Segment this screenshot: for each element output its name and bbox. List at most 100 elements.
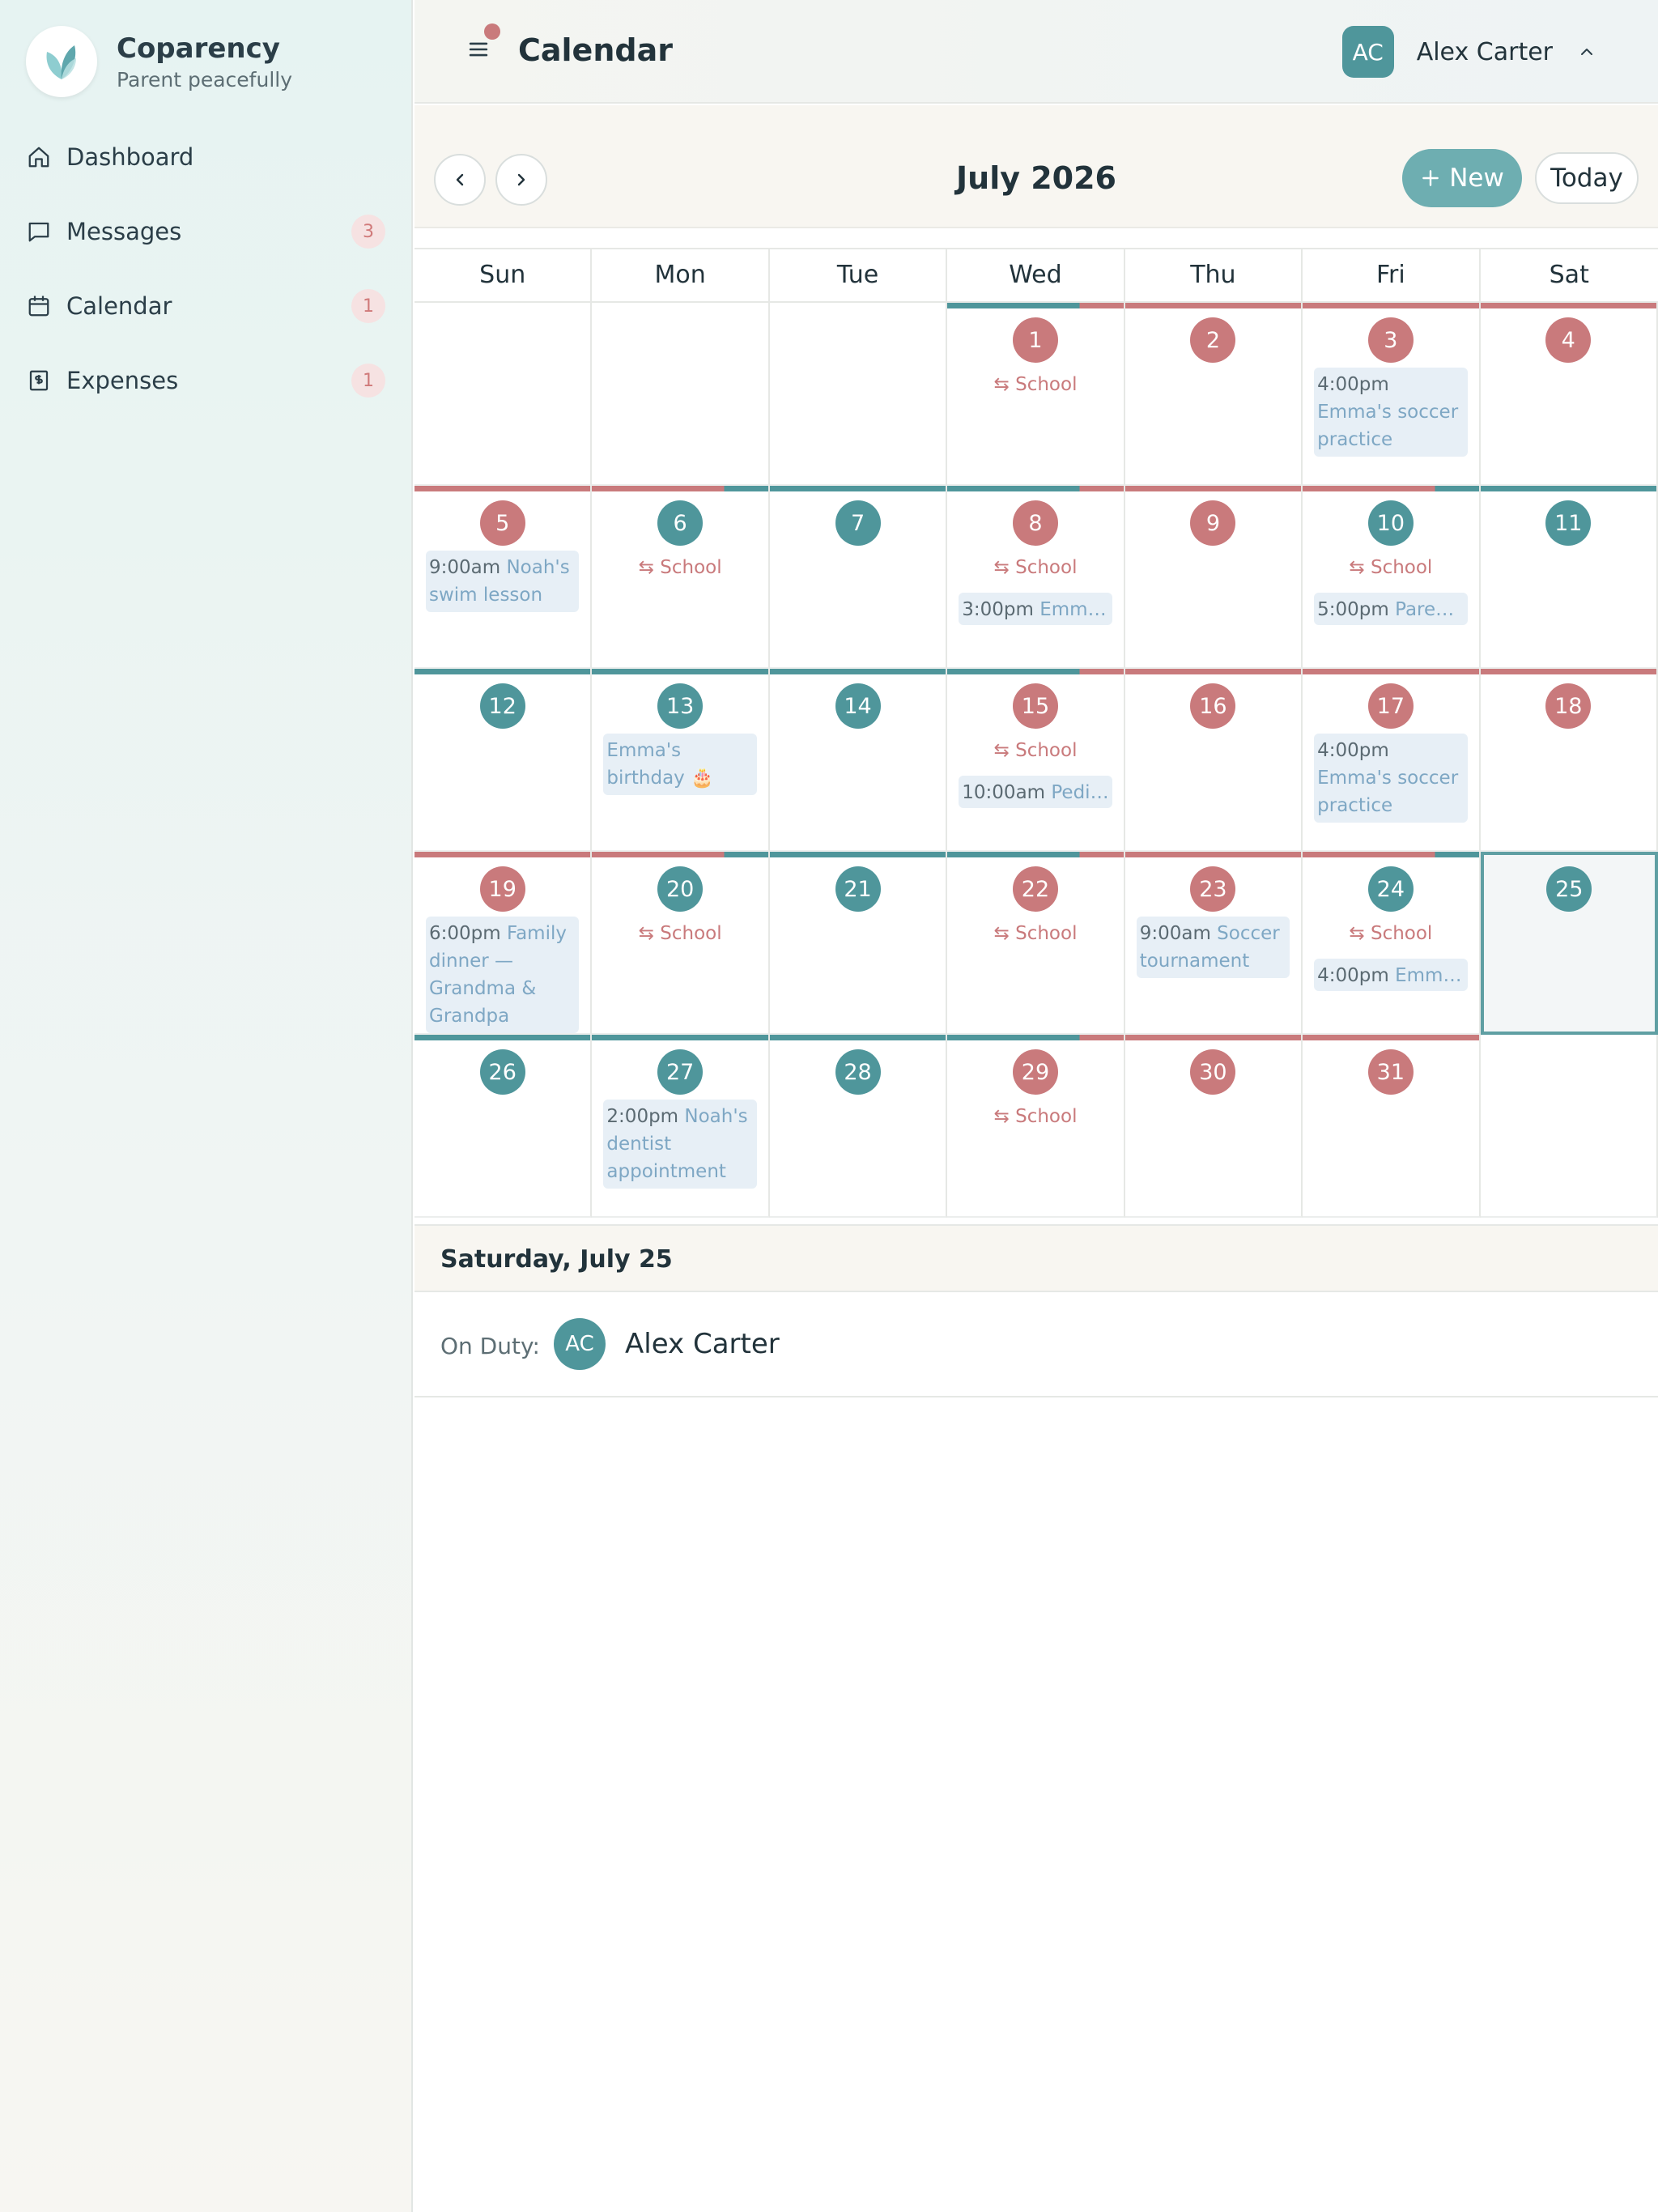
day-number: 2 [1190,317,1236,363]
weekday-label: Tue [770,249,948,301]
today-button[interactable]: Today [1535,152,1639,204]
event-time: 3:00pm [962,599,1034,620]
day-cell[interactable]: 28 [769,1035,948,1218]
day-cell[interactable]: 18 [1480,669,1658,852]
calendar-event[interactable]: 4:00pm Emma's soccer practice [1314,959,1468,991]
page-title: Calendar [518,32,673,68]
calendar-icon [26,293,52,319]
school-label: School [1370,923,1433,944]
day-cell[interactable]: 26 [414,1035,593,1218]
school-label: School [1370,557,1433,578]
day-number: 7 [835,500,881,546]
day-cell[interactable]: 2 [1124,303,1303,486]
event-title: Emma's birthday 🎂 [606,740,714,789]
day-cell[interactable]: 17 4:00pm Emma's soccer practice [1303,669,1481,852]
day-number: 27 [657,1049,704,1095]
custody-bar [414,669,591,674]
custody-bar [1124,852,1302,857]
weekday-label: Fri [1303,249,1481,301]
school-handoff-label: ⇆ School [592,557,767,578]
day-cell[interactable]: 20 ⇆ School [592,852,770,1035]
new-event-button[interactable]: New [1402,149,1522,207]
day-cell[interactable]: 24⇆ School4:00pm Emma's soccer practice [1303,852,1481,1035]
calendar-event[interactable]: 6:00pm Family dinner — Grandma & Grandpa [426,917,580,1033]
custody-bar [1303,852,1479,857]
day-cell[interactable]: 12 [414,669,593,852]
custody-bar [414,852,591,857]
day-number: 31 [1367,1049,1414,1095]
school-label: School [1015,1106,1078,1127]
day-cell[interactable]: 13 Emma's birthday 🎂 [592,669,770,852]
day-cell[interactable]: 4 [1480,303,1658,486]
sidebar-item-expenses[interactable]: Expenses 1 [0,343,413,418]
day-cell[interactable]: 23 9:00am Soccer tournament [1124,852,1303,1035]
school-label: School [660,923,722,944]
weekday-label: Mon [592,249,770,301]
day-number: 4 [1545,317,1592,363]
school-handoff-label: ⇆ School [592,923,767,944]
custody-bar [592,486,768,491]
calendar-event[interactable]: 4:00pm Emma's soccer practice [1314,734,1468,823]
swap-icon: ⇆ [993,1106,1010,1127]
school-handoff-label: ⇆ School [947,740,1123,761]
day-cell[interactable]: 31 [1303,1035,1481,1218]
custody-bar [947,486,1124,491]
custody-bar [769,669,946,674]
swap-icon: ⇆ [993,374,1010,395]
leaf-logo-icon [26,26,97,97]
day-cell[interactable]: 15 ⇆ School 10:00am Pediatrician checkup [947,669,1125,852]
notification-dot [484,23,500,40]
sidebar-item-calendar[interactable]: Calendar 1 [0,269,413,343]
day-cell[interactable]: 6 ⇆ School [592,486,770,669]
weekday-label: Wed [947,249,1125,301]
calendar-event[interactable]: 9:00am Soccer tournament [1136,917,1290,978]
day-cell[interactable]: 1 ⇆ School [947,303,1125,486]
event-time: 9:00am [1139,923,1211,944]
calendar-event[interactable]: 2:00pm Noah's dentist appointment [603,1100,757,1189]
empty-day-cell [414,303,593,486]
school-handoff-label: ⇆ School [947,557,1123,578]
day-cell[interactable]: 16 [1124,669,1303,852]
day-cell[interactable]: 14 [769,669,948,852]
school-handoff-label: ⇆ School [1303,557,1478,578]
menu-icon[interactable] [465,36,492,63]
new-label: New [1449,164,1504,193]
school-handoff-label: ⇆ School [1303,923,1478,944]
day-cell[interactable]: 22 ⇆ School [947,852,1125,1035]
day-cell[interactable]: 30 [1124,1035,1303,1218]
custody-bar [1303,1035,1479,1040]
sidebar-item-label: Expenses [66,367,179,394]
day-cell[interactable]: 21 [769,852,948,1035]
day-number: 15 [1012,683,1058,729]
calendar-event[interactable]: 3:00pm Emma's piano recital [959,593,1112,625]
notification-badge: 1 [351,364,385,398]
brand[interactable]: Coparency Parent peacefully [26,26,292,97]
day-cell[interactable]: 29 ⇆ School [947,1035,1125,1218]
day-cell[interactable]: 3 4:00pm Emma's soccer practice [1303,303,1481,486]
calendar-toolbar: July 2026 New Today [414,105,1658,228]
calendar-event[interactable]: Emma's birthday 🎂 [603,734,757,795]
day-cell[interactable]: 5 9:00am Noah's swim lesson [414,486,593,669]
day-cell-today[interactable]: 25 [1480,852,1658,1035]
calendar-event[interactable]: 5:00pm Parent-teacher meeting [1314,593,1468,625]
user-menu[interactable]: AC Alex Carter [1341,26,1596,78]
school-handoff-label: ⇆ School [947,923,1123,944]
user-name: Alex Carter [1416,37,1553,66]
day-cell[interactable]: 27 2:00pm Noah's dentist appointment [592,1035,770,1218]
swap-icon: ⇆ [638,923,654,944]
day-number: 10 [1367,500,1414,546]
day-cell[interactable]: 19 6:00pm Family dinner — Grandma & Grand… [414,852,593,1035]
calendar-event[interactable]: 9:00am Noah's swim lesson [426,551,580,612]
day-cell[interactable]: 9 [1124,486,1303,669]
day-cell[interactable]: 10 ⇆ School 5:00pm Parent-teacher meeting [1303,486,1481,669]
plus-icon [1422,170,1439,186]
day-cell[interactable]: 11 [1480,486,1658,669]
swap-icon: ⇆ [1349,923,1365,944]
day-cell[interactable]: 8⇆ School3:00pm Emma's piano recital [947,486,1125,669]
calendar-event[interactable]: 4:00pm Emma's soccer practice [1314,368,1468,457]
day-number: 14 [835,683,881,729]
sidebar-item-dashboard[interactable]: Dashboard [0,120,413,194]
sidebar-item-messages[interactable]: Messages 3 [0,194,413,269]
day-cell[interactable]: 7 [769,486,948,669]
calendar-event[interactable]: 10:00am Pediatrician checkup [959,776,1112,808]
